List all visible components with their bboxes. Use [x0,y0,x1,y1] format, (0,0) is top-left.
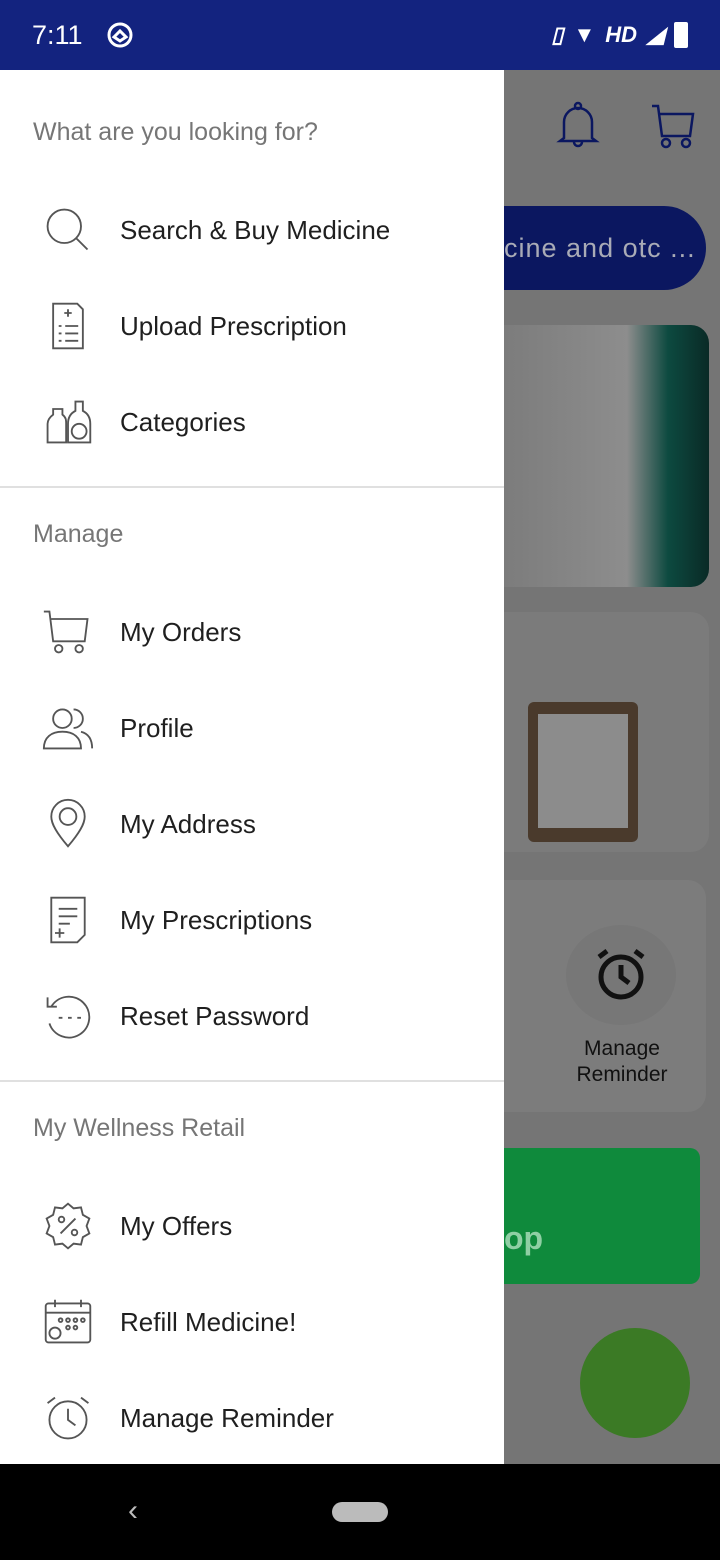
location-icon [40,796,96,852]
profile-icon [40,700,96,756]
pharmacy-banner[interactable] [504,325,709,587]
cart-icon[interactable] [650,102,696,150]
offer-icon [40,1198,96,1254]
prescription-banner[interactable] [504,612,709,852]
home-button[interactable] [332,1502,388,1522]
drawer-item-label: Categories [120,406,246,437]
drawer-item-reset-password[interactable]: Reset Password [0,976,504,1056]
drawer-item-my-orders[interactable]: My Orders [0,592,504,672]
drawer-item-profile[interactable]: Profile [0,688,504,768]
prescription-icon [40,298,96,354]
hd-label: HD [605,22,638,47]
whatsapp-banner[interactable]: op [504,1148,700,1284]
drawer-item-label: My Prescriptions [120,904,313,935]
drawer-item-label: My Orders [120,616,242,647]
battery-icon [674,22,688,48]
drawer-item-label: Refill Medicine! [120,1306,297,1337]
reset-password-icon [40,988,96,1044]
document-icon [40,892,96,948]
drawer-item-upload-prescription[interactable]: Upload Prescription [0,286,504,366]
search-bar[interactable]: cine and otc ... [504,206,706,290]
divider [0,1080,504,1082]
wifi-icon: ▼ [573,22,596,47]
bell-icon[interactable] [556,100,600,150]
drawer-item-manage-reminder[interactable]: Manage Reminder [0,1378,504,1458]
section-header: Manage [33,520,124,548]
drawer-item-refill-medicine[interactable]: Refill Medicine! [0,1282,504,1362]
categories-icon [40,394,96,450]
drawer-item-categories[interactable]: Categories [0,382,504,462]
system-navigation-bar: ‹ [0,1464,720,1560]
drawer-item-label: My Offers [120,1210,233,1241]
vibrate-icon: ▯ [551,22,564,47]
alarm-icon [597,949,645,1000]
chat-button[interactable] [580,1328,690,1438]
section-header: What are you looking for? [33,118,318,146]
drawer-item-search-buy-medicine[interactable]: Search & Buy Medicine [0,190,504,270]
alarm-icon [40,1390,96,1446]
signal-icon: ◢ [647,22,664,47]
status-bar: 7:11 ▯ ▼ HD ◢ [0,0,720,70]
drawer-item-my-offers[interactable]: My Offers [0,1186,504,1266]
drawer-item-label: Upload Prescription [120,310,347,341]
whatsapp-text: op [504,1220,544,1256]
drawer-item-label: My Address [120,808,256,839]
drawer-item-label: Search & Buy Medicine [120,214,391,245]
drawer-item-label: Reset Password [120,1000,310,1031]
clock: 7:11 [32,19,83,50]
drawer-item-my-prescriptions[interactable]: My Prescriptions [0,880,504,960]
app-notification-icon [107,22,133,48]
drawer-item-label: Manage Reminder [120,1402,334,1433]
calendar-icon [40,1294,96,1350]
section-header: My Wellness Retail [33,1114,246,1142]
home-screen-background: cine and otc ... Manage Reminder op [504,70,720,1464]
reminder-label: Manage Reminder [576,1037,668,1086]
search-placeholder: cine and otc ... [504,233,696,263]
divider [0,486,504,488]
drawer-item-label: Profile [120,712,194,743]
back-button[interactable]: ‹ [128,1494,138,1528]
navigation-drawer: What are you looking for? Search & Buy Me… [0,70,504,1464]
search-icon [40,202,96,258]
drawer-item-my-address[interactable]: My Address [0,784,504,864]
cart-icon [40,604,96,660]
manage-reminder-card[interactable]: Manage Reminder [504,880,706,1112]
